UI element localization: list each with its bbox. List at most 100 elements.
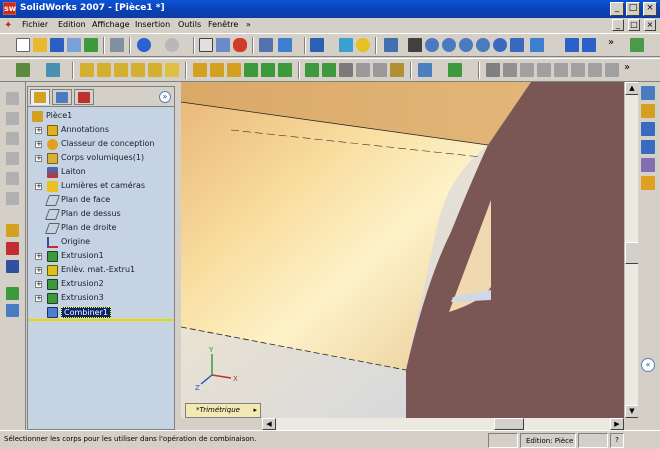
toolbar-more-2[interactable]: » [624,62,630,73]
mdi-close-button[interactable]: × [644,19,656,31]
design-library-icon[interactable] [641,104,655,118]
sweep-icon[interactable] [114,63,128,77]
save-icon[interactable] [50,38,64,52]
tool-icon-2[interactable] [6,112,19,125]
macro-icon[interactable] [339,38,353,52]
solidworks-app-icon[interactable]: sw [3,2,16,15]
tool-icon-6[interactable] [6,192,19,205]
move-face-icon[interactable] [503,63,517,77]
fillet-icon[interactable] [193,63,207,77]
reference-geometry-icon[interactable] [418,63,432,77]
mirror-icon[interactable] [339,63,353,77]
vertical-scrollbar[interactable]: ▲ ▼ [624,82,639,418]
add-relation-icon[interactable] [6,242,19,255]
tool-icon-5[interactable] [6,172,19,185]
help-icon[interactable] [356,38,370,52]
close-button[interactable]: × [643,2,657,16]
layer-icon[interactable] [6,287,19,300]
redo-icon[interactable] [165,38,179,52]
curves-icon[interactable] [448,63,462,77]
scroll-up-button[interactable]: ▲ [625,82,639,95]
expand-toggle[interactable]: + [35,295,42,302]
feature-manager-tab[interactable] [30,89,50,105]
select-filter-icon[interactable] [216,38,230,52]
tree-item-design-binder[interactable]: + Classeur de conception [28,138,174,151]
tool-icon-4[interactable] [6,152,19,165]
viewport-icon[interactable] [310,38,324,52]
tool-icon-1[interactable] [6,92,19,105]
make-assembly-icon[interactable] [84,38,98,52]
smart-dimension-icon[interactable] [46,63,60,77]
appearances-icon[interactable] [641,176,655,190]
menu-more[interactable]: » [246,20,251,29]
document-icon[interactable]: ✦ [4,20,15,31]
rib-icon[interactable] [227,63,241,77]
combine-toolbar-icon[interactable] [390,63,404,77]
tool-icon-3[interactable] [6,132,19,145]
expand-toggle[interactable]: + [35,155,42,162]
split-line-icon[interactable] [520,63,534,77]
tree-item-extrusion3[interactable]: + Extrusion3 [28,292,174,305]
tree-item-lights-cameras[interactable]: + Lumières et caméras [28,180,174,193]
make-drawing-icon[interactable] [67,38,81,52]
print-icon[interactable] [110,38,124,52]
circular-pattern-icon[interactable] [322,63,336,77]
expand-toggle[interactable]: + [35,281,42,288]
scroll-right-button[interactable]: ▶ [610,418,624,430]
vertical-scroll-thumb[interactable] [625,242,639,264]
tree-item-cut-extrude1[interactable]: + Enlèv. mat.-Extru1 [28,264,174,277]
chamfer-icon[interactable] [210,63,224,77]
tree-item-extrusion1[interactable]: + Extrusion1 [28,250,174,263]
expand-toggle[interactable]: + [35,127,42,134]
undo-icon[interactable] [137,38,151,52]
display-style-icon[interactable] [565,38,579,52]
tree-item-origin[interactable]: Origine [28,236,174,249]
minimize-button[interactable]: _ [610,2,624,16]
tree-item-combine1[interactable]: Combiner1 [28,306,174,319]
zoom-in-out-icon[interactable] [459,38,473,52]
task-pane-icon[interactable] [630,38,644,52]
intersection-icon[interactable] [537,63,551,77]
menu-insertion[interactable]: Insertion [135,20,170,29]
view-palette-icon[interactable] [641,158,655,172]
quick-tips-button[interactable]: ? [610,433,624,448]
toolbar-more[interactable]: » [608,37,614,48]
tree-item-extrusion2[interactable]: + Extrusion2 [28,278,174,291]
pan-icon[interactable] [510,38,524,52]
restore-button[interactable]: □ [626,2,640,16]
zoom-area-icon[interactable] [442,38,456,52]
linear-pattern-icon[interactable] [305,63,319,77]
freeform-icon[interactable] [605,63,619,77]
display-icon[interactable] [6,304,19,317]
sketch-icon[interactable] [16,63,30,77]
menu-edition[interactable]: Edition [58,20,86,29]
mdi-restore-button[interactable]: □ [628,19,640,31]
menu-fichier[interactable]: Fichier [22,20,48,29]
deform-icon[interactable] [588,63,602,77]
indent-icon[interactable] [554,63,568,77]
expand-toggle[interactable]: + [35,183,42,190]
loft-icon[interactable] [131,63,145,77]
graphics-viewport[interactable]: Y X Z [181,82,624,418]
expand-toggle[interactable]: + [35,253,42,260]
extrude-boss-icon[interactable] [80,63,94,77]
tree-item-part[interactable]: Pièce1 [28,110,174,123]
home-icon[interactable] [641,86,655,100]
tree-item-annotations[interactable]: + Annotations [28,124,174,137]
shaded-icon[interactable] [582,38,596,52]
tree-item-solid-bodies[interactable]: + Corps volumiques(1) [28,152,174,165]
rotate-view-icon[interactable] [493,38,507,52]
grid-icon[interactable] [259,38,273,52]
view-orientation-tab[interactable]: *Trimétrique ▸ [185,403,261,418]
horizontal-scroll-thumb[interactable] [494,418,524,430]
revolve-boss-icon[interactable] [97,63,111,77]
previous-view-icon[interactable] [384,38,398,52]
property-manager-tab[interactable] [52,89,72,105]
standard-views-icon[interactable] [530,38,544,52]
tree-item-material[interactable]: Laiton [28,166,174,179]
draft-icon[interactable] [261,63,275,77]
scroll-down-button[interactable]: ▼ [625,405,639,418]
zoom-selection-icon[interactable] [476,38,490,52]
menu-affichage[interactable]: Affichage [92,20,130,29]
instant3d-icon[interactable] [486,63,500,77]
